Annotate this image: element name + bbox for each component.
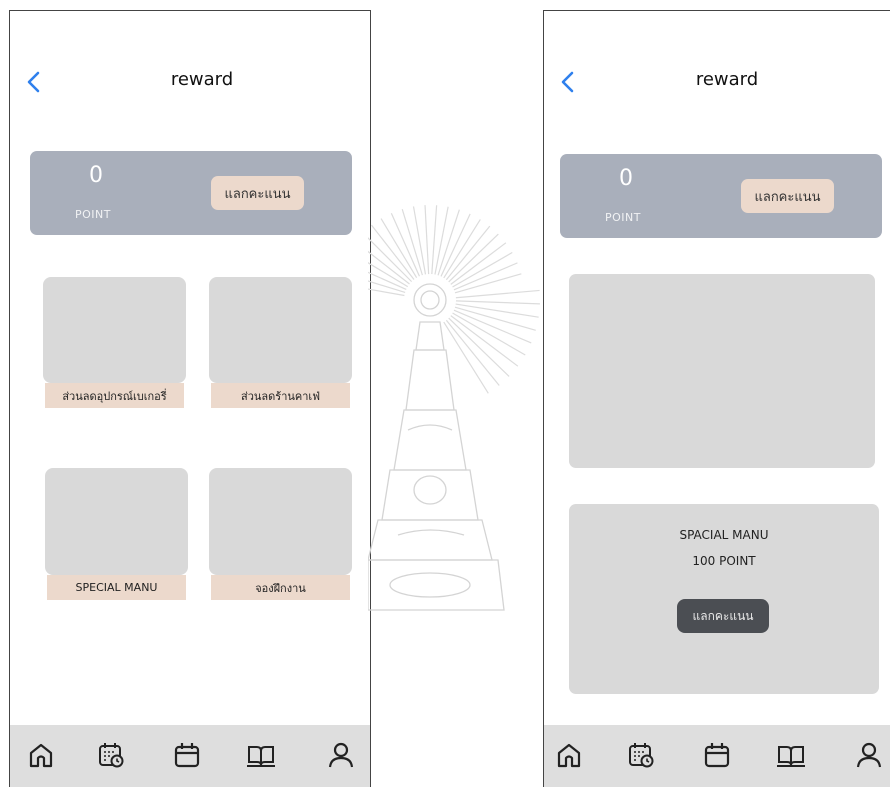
reward-tile-image[interactable] xyxy=(45,468,188,575)
user-icon xyxy=(328,742,354,768)
points-card: 0 POINT แลกคะแนน xyxy=(30,151,352,235)
reward-tile-image[interactable] xyxy=(209,277,352,383)
reward-price: 100 POINT xyxy=(692,554,756,568)
nav-calendar[interactable] xyxy=(702,740,732,770)
reward-screen-left: reward 0 POINT แลกคะแนน ส่วนลดอุปกรณ์เบเ… xyxy=(9,10,371,787)
book-icon xyxy=(247,746,275,767)
reward-image xyxy=(569,274,875,468)
reward-detail-screen: reward 0 POINT แลกคะแนน SPACIAL MANU 100… xyxy=(543,10,890,787)
nav-profile[interactable] xyxy=(854,740,884,770)
watermark-emblem xyxy=(368,205,540,611)
redeem-reward-button[interactable]: แลกคะแนน xyxy=(677,599,769,633)
points-value: 0 xyxy=(89,163,103,188)
reward-tile-image[interactable] xyxy=(209,468,352,575)
points-card: 0 POINT แลกคะแนน xyxy=(560,154,882,238)
page-title: reward xyxy=(695,69,759,90)
nav-schedule[interactable] xyxy=(96,740,126,770)
points-unit: POINT xyxy=(75,208,111,221)
nav-home[interactable] xyxy=(26,740,56,770)
calendar-icon xyxy=(174,743,200,768)
book-icon xyxy=(777,746,805,767)
calendar-clock-icon xyxy=(99,743,124,768)
user-icon xyxy=(856,742,882,768)
home-icon xyxy=(557,743,581,768)
reward-tile-label[interactable]: ส่วนลดอุปกรณ์เบเกอรี่ xyxy=(45,383,184,408)
points-value: 0 xyxy=(619,166,633,191)
nav-book[interactable] xyxy=(776,740,806,770)
reward-name: SPACIAL MANU xyxy=(679,528,769,542)
nav-book[interactable] xyxy=(246,740,276,770)
redeem-button[interactable]: แลกคะแนน xyxy=(211,176,304,210)
nav-schedule[interactable] xyxy=(626,740,656,770)
page-title: reward xyxy=(170,69,234,90)
reward-tile-label[interactable]: จองฝึกงาน xyxy=(211,575,350,600)
calendar-icon xyxy=(704,743,730,768)
redeem-button[interactable]: แลกคะแนน xyxy=(741,179,834,213)
nav-home[interactable] xyxy=(554,740,584,770)
points-unit: POINT xyxy=(605,211,641,224)
reward-tile-image[interactable] xyxy=(43,277,186,383)
reward-detail-card: SPACIAL MANU 100 POINT แลกคะแนน xyxy=(569,504,879,694)
bottom-nav xyxy=(10,725,370,787)
calendar-clock-icon xyxy=(629,743,654,768)
home-icon xyxy=(29,743,53,768)
nav-profile[interactable] xyxy=(326,740,356,770)
reward-tile-label[interactable]: SPECIAL MANU xyxy=(47,575,186,600)
bottom-nav xyxy=(544,725,890,787)
reward-tile-label[interactable]: ส่วนลดร้านคาเฟ่ xyxy=(211,383,350,408)
nav-calendar[interactable] xyxy=(172,740,202,770)
